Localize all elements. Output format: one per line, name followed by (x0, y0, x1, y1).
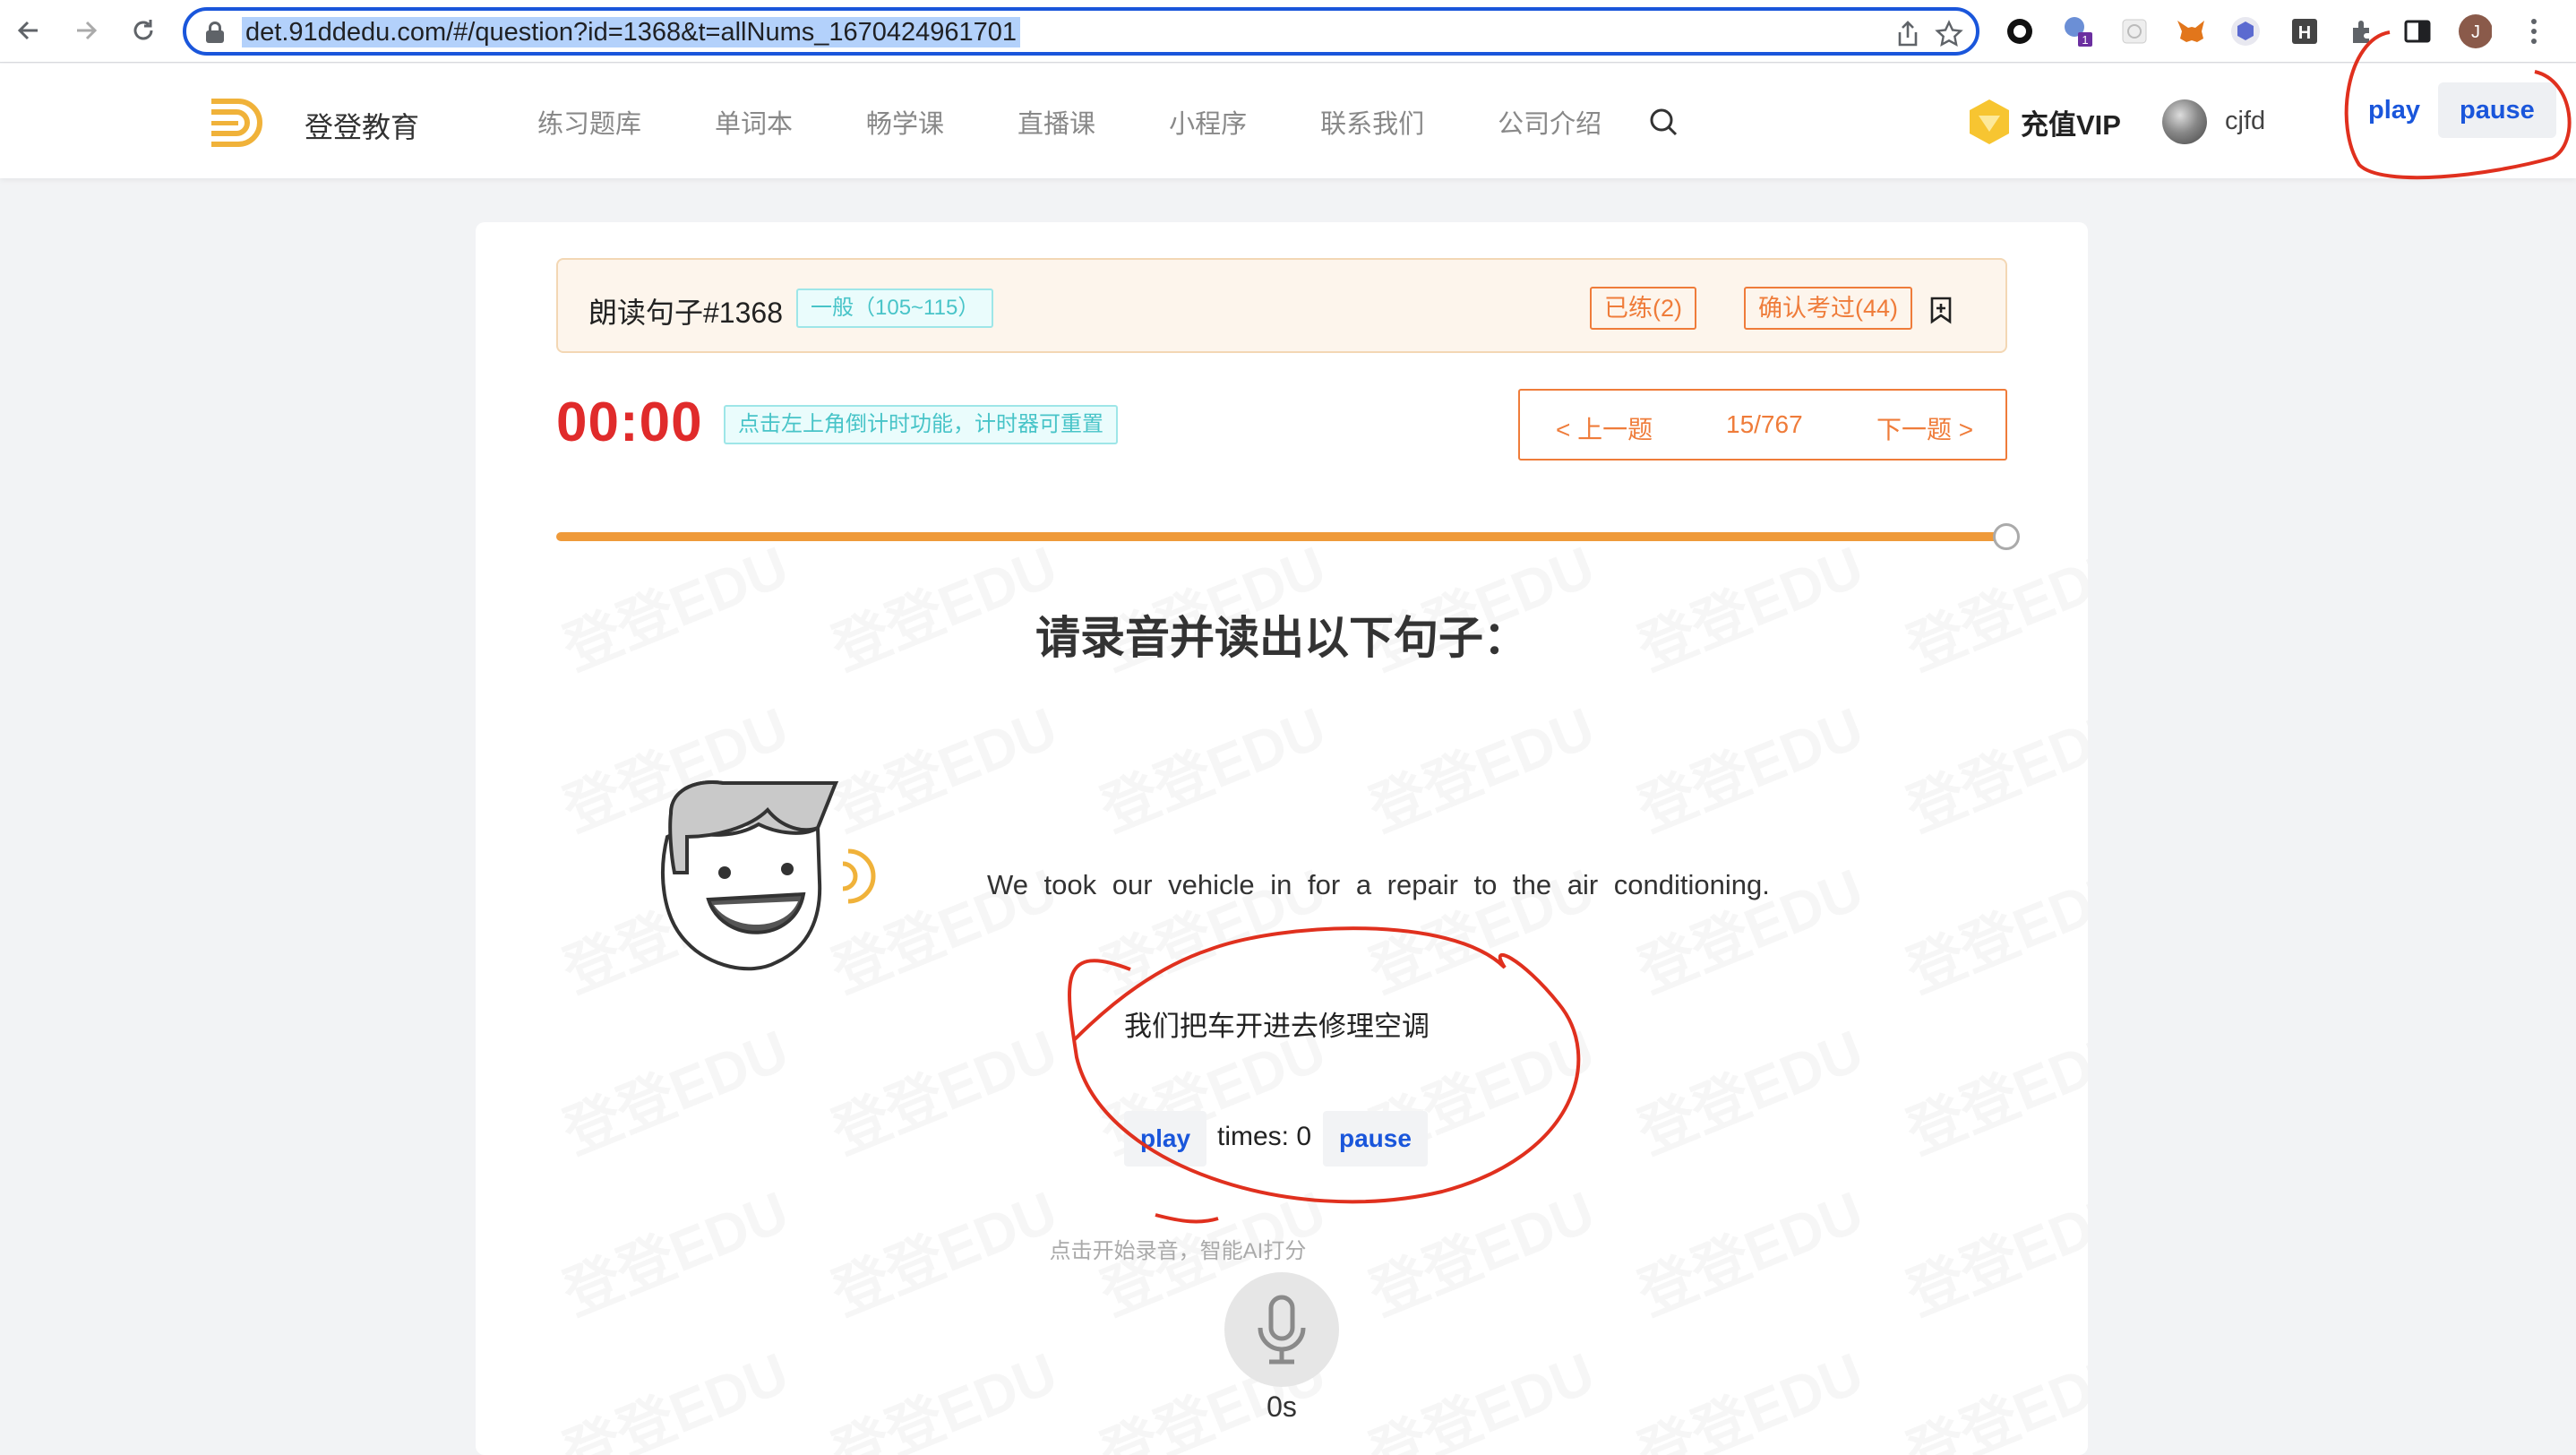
prompt-heading: 请录音并读出以下句子： (1035, 613, 1528, 663)
practiced-count-badge[interactable]: 已练(2) (1590, 287, 1696, 330)
svg-text:1: 1 (2082, 33, 2088, 47)
extensions-icon[interactable] (2345, 14, 2379, 48)
watermark-text: 登登EDU (549, 1005, 798, 1170)
prev-question-link[interactable]: < 上一题 (1556, 410, 1653, 446)
metamask-icon[interactable] (2173, 14, 2207, 48)
recording-duration: 0s (1267, 1390, 1297, 1423)
forward-icon[interactable] (68, 13, 104, 48)
nav-contact[interactable]: 联系我们 (1320, 103, 1424, 141)
watermark-text: 登登EDU (1893, 1005, 2088, 1170)
nav-courses[interactable]: 畅学课 (866, 103, 944, 141)
watermark-text: 登登EDU (1355, 683, 1604, 848)
sidepanel-icon[interactable] (2400, 14, 2434, 48)
watermark-text: 登登EDU (1624, 683, 1873, 848)
speaking-face-illustration (661, 780, 876, 971)
brand-name[interactable]: 登登教育 (305, 105, 419, 146)
vip-gem-icon (1970, 99, 2009, 144)
vip-recharge-button[interactable]: 充值VIP (1967, 98, 2121, 146)
question-header: 朗读句子#1368 一般（105~115） 已练(2) 确认考过(44) (556, 258, 2007, 353)
star-icon[interactable] (1933, 18, 1965, 50)
watermark-text: 登登EDU (818, 1005, 1067, 1170)
bookmark-add-icon[interactable] (1928, 296, 1953, 324)
search-icon[interactable] (1648, 107, 1679, 137)
h-ext-icon[interactable]: H (2288, 14, 2322, 48)
nav-wordbook[interactable]: 单词本 (715, 103, 793, 141)
play-times-counter: times: 0 (1217, 1122, 1312, 1151)
record-hint: 点击开始录音，智能AI打分 (1049, 1239, 1307, 1263)
next-question-link[interactable]: 下一题 > (1876, 410, 1973, 446)
nav-about[interactable]: 公司介绍 (1498, 103, 1601, 141)
record-button[interactable] (1224, 1272, 1339, 1387)
top-play-button[interactable]: play (2347, 82, 2443, 138)
countdown-timer[interactable]: 00:00 (556, 391, 703, 454)
brand-logo-icon[interactable] (208, 96, 270, 150)
play-button[interactable]: play (1124, 1111, 1207, 1167)
translate-icon[interactable]: 1 (2060, 14, 2094, 48)
question-card: 登登EDU登登EDU登登EDU登登EDU登登EDU登登EDU登登EDU登登EDU… (476, 222, 2088, 1455)
difficulty-badge: 一般（105~115） (796, 288, 994, 328)
hex-ext-icon[interactable] (2228, 14, 2263, 48)
progress-knob[interactable] (1993, 523, 2020, 550)
confirmed-count-badge[interactable]: 确认考过(44) (1744, 287, 1913, 330)
question-title: 朗读句子#1368 (588, 297, 783, 329)
progress-bar[interactable] (556, 532, 2000, 541)
site-header: 登登教育 练习题库 单词本 畅学课 直播课 小程序 联系我们 公司介绍 充值VI… (0, 64, 2576, 178)
reload-icon[interactable] (125, 13, 161, 48)
url-text[interactable]: det.91ddedu.com/#/question?id=1368&t=all… (242, 17, 1021, 47)
watermark-text: 登登EDU (1893, 1167, 2088, 1331)
vip-label: 充值VIP (2021, 108, 2121, 141)
lock-icon[interactable] (206, 22, 224, 43)
watermark-text: 登登EDU (1893, 683, 2088, 848)
chinese-translation: 我们把车开进去修理空调 (1124, 1011, 1430, 1042)
watermark-text: 登登EDU (1893, 844, 2088, 1009)
user-avatar[interactable] (2162, 99, 2207, 144)
share-icon[interactable] (1892, 18, 1924, 50)
top-pause-button[interactable]: pause (2438, 82, 2556, 138)
question-position: 15/767 (1726, 410, 1803, 438)
nav-live[interactable]: 直播课 (1018, 103, 1095, 141)
menu-icon[interactable] (2517, 14, 2551, 48)
question-pager: < 上一题 15/767 下一题 > (1518, 389, 2007, 461)
timer-hint: 点击左上角倒计时功能，计时器可重置 (724, 405, 1118, 444)
back-icon[interactable] (11, 13, 47, 48)
microphone-icon (1258, 1295, 1306, 1365)
pause-button[interactable]: pause (1323, 1111, 1428, 1167)
watermark-text: 登登EDU (1086, 683, 1335, 848)
watermark-text: 登登EDU (1624, 1005, 1873, 1170)
site-nav: 练习题库 单词本 畅学课 直播课 小程序 联系我们 公司介绍 (537, 103, 1675, 141)
nav-practice[interactable]: 练习题库 (537, 103, 641, 141)
puzzle-ext-icon[interactable] (2117, 14, 2151, 48)
obs-icon[interactable] (2003, 14, 2037, 48)
english-sentence: We took our vehicle in for a repair to t… (987, 869, 1770, 900)
browser-toolbar: det.91ddedu.com/#/question?id=1368&t=all… (0, 0, 2576, 63)
svg-text:J: J (2471, 22, 2480, 42)
svg-text:H: H (2298, 23, 2311, 43)
address-bar[interactable]: det.91ddedu.com/#/question?id=1368&t=all… (183, 7, 1979, 56)
profile-avatar[interactable]: J (2458, 14, 2492, 48)
nav-miniprogram[interactable]: 小程序 (1169, 103, 1247, 141)
username[interactable]: cjfd (2225, 107, 2265, 136)
